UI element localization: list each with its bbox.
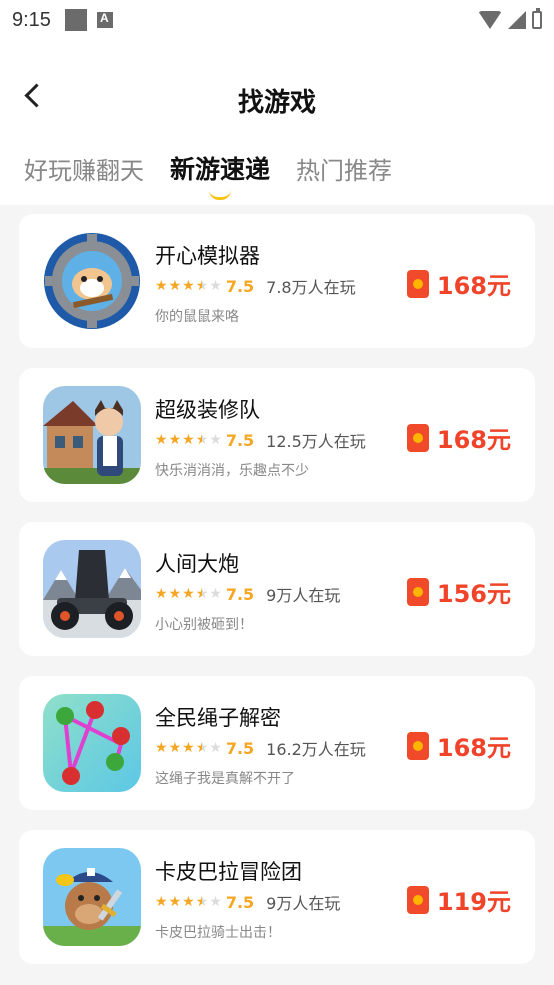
star-icon: ★ — [182, 586, 195, 602]
star-icon: ★ — [182, 740, 195, 756]
star-icon: ★ — [168, 278, 182, 294]
tab-label: 热门推荐 — [296, 157, 393, 185]
signal-icon — [508, 11, 526, 29]
star-icon: ★ — [155, 740, 168, 756]
player-count: 9万人在玩 — [266, 586, 341, 605]
score: 7.5 — [225, 584, 255, 604]
star-icon: ★ — [168, 432, 182, 448]
reward: 168元 — [406, 728, 511, 763]
rating-row: ★ ★ ★ ★ ★ 7.5 16.2万人在玩 — [155, 736, 366, 760]
red-packet-icon — [406, 423, 429, 452]
star-rating: ★ ★ ★ ★ ★ — [155, 433, 222, 447]
tab-fun-earn[interactable]: 好玩赚翻天 — [24, 151, 144, 186]
star-icon: ★ — [182, 278, 195, 294]
game-card[interactable]: 人间大炮 ★ ★ ★ ★ ★ 7.5 9万人在玩 小心别被砸到！ 156元 — [19, 522, 535, 656]
game-card[interactable]: 卡皮巴拉冒险团 ★ ★ ★ ★ ★ 7.5 9万人在玩 卡皮巴拉骑士出击！ 119元 — [19, 830, 535, 964]
tab-active-indicator — [209, 190, 231, 200]
star-rating: ★ ★ ★ ★ ★ — [155, 587, 222, 601]
reward: 168元 — [406, 420, 511, 455]
game-name: 卡皮巴拉冒险团 — [155, 860, 302, 884]
player-count: 9万人在玩 — [266, 894, 341, 913]
score: 7.5 — [225, 738, 255, 758]
star-icon: ★ — [155, 894, 168, 910]
rating-row: ★ ★ ★ ★ ★ 7.5 9万人在玩 — [155, 890, 340, 914]
game-card[interactable]: 全民绳子解密 ★ ★ ★ ★ ★ 7.5 16.2万人在玩 这绳子我是真解不开了 168… — [19, 676, 535, 810]
empty-star-icon: ★ — [209, 586, 222, 602]
wifi-icon — [478, 11, 502, 29]
reward-amount: 119元 — [436, 888, 511, 916]
reward: 156元 — [406, 574, 511, 609]
tab-label: 新游速递 — [170, 155, 271, 184]
empty-star-icon: ★ — [209, 894, 222, 910]
capybara-knight-icon — [43, 848, 141, 946]
game-description: 快乐消消消，乐趣点不少 — [155, 463, 309, 479]
battery-icon — [532, 8, 542, 29]
score: 7.5 — [225, 276, 255, 296]
red-packet-icon — [406, 885, 429, 914]
game-name: 全民绳子解密 — [155, 706, 281, 730]
tab-new-games[interactable]: 新游速递 — [170, 150, 271, 200]
notification-icon — [64, 9, 87, 31]
status-time: 9:15 — [12, 8, 51, 31]
game-card[interactable]: 开心模拟器 ★ ★ ★ ★ ★ 7.5 7.8万人在玩 你的鼠鼠来咯 168元 — [19, 214, 535, 348]
page-header: 找游戏 好玩赚翻天 新游速递 热门推荐 — [0, 40, 554, 205]
score: 7.5 — [225, 430, 255, 450]
rating-row: ★ ★ ★ ★ ★ 7.5 7.8万人在玩 — [155, 274, 356, 298]
hamster-gear-icon — [43, 232, 141, 330]
game-description: 小心别被砸到！ — [155, 617, 253, 633]
reward-amount: 168元 — [436, 426, 511, 454]
star-icon: ★ — [182, 432, 195, 448]
red-packet-icon — [406, 577, 429, 606]
game-name: 开心模拟器 — [155, 244, 260, 268]
reward-amount: 168元 — [436, 272, 511, 300]
half-star-icon: ★ — [195, 586, 209, 602]
half-star-icon: ★ — [195, 278, 209, 294]
game-description: 这绳子我是真解不开了 — [155, 771, 295, 787]
player-count: 12.5万人在玩 — [266, 432, 366, 451]
star-icon: ★ — [168, 894, 182, 910]
star-icon: ★ — [182, 894, 195, 910]
game-list: 开心模拟器 ★★★★★ 7.5 7.8万人在玩 你的鼠鼠来咯 168元 — [19, 214, 535, 984]
score: 7.5 — [225, 892, 255, 912]
red-packet-icon — [406, 731, 429, 760]
star-icon: ★ — [168, 586, 182, 602]
empty-star-icon: ★ — [209, 740, 222, 756]
page-title: 找游戏 — [237, 88, 316, 118]
star-icon: ★ — [168, 740, 182, 756]
player-count: 16.2万人在玩 — [266, 740, 366, 759]
star-icon: ★ — [155, 586, 168, 602]
rope-puzzle-icon — [43, 694, 141, 792]
half-star-icon: ★ — [195, 432, 209, 448]
status-icons — [478, 8, 542, 29]
reward-amount: 168元 — [436, 734, 511, 762]
game-card[interactable]: 超级装修队 ★ ★ ★ ★ ★ 7.5 12.5万人在玩 快乐消消消，乐趣点不少 168… — [19, 368, 535, 502]
empty-star-icon: ★ — [209, 432, 222, 448]
star-rating: ★ ★ ★ ★ ★ — [155, 895, 222, 909]
game-name: 人间大炮 — [155, 552, 239, 576]
half-star-icon: ★ — [195, 740, 209, 756]
star-icon: ★ — [155, 432, 168, 448]
player-count: 7.8万人在玩 — [266, 278, 356, 297]
status-bar: 9:15 — [0, 0, 554, 40]
empty-star-icon: ★ — [209, 278, 222, 294]
game-description: 你的鼠鼠来咯 — [155, 309, 239, 325]
star-icon: ★ — [155, 278, 168, 294]
rating-row: ★ ★ ★ ★ ★ 7.5 12.5万人在玩 — [155, 428, 366, 452]
tab-bar: 好玩赚翻天 新游速递 热门推荐 — [24, 150, 392, 200]
star-rating: ★ ★ ★ ★ ★ — [155, 279, 222, 293]
half-star-icon: ★ — [195, 894, 209, 910]
game-description: 卡皮巴拉骑士出击！ — [155, 925, 281, 941]
tab-hot-recommend[interactable]: 热门推荐 — [296, 151, 392, 186]
star-rating: ★ ★ ★ ★ ★ — [155, 741, 222, 755]
cannon-icon — [43, 540, 141, 638]
reward: 168元 — [406, 266, 511, 301]
reward-amount: 156元 — [436, 580, 511, 608]
game-name: 超级装修队 — [155, 398, 260, 422]
app-notification-icon — [96, 11, 113, 28]
cat-girl-house-icon — [43, 386, 141, 484]
reward: 119元 — [406, 882, 511, 917]
tab-label: 好玩赚翻天 — [24, 157, 144, 185]
rating-row: ★ ★ ★ ★ ★ 7.5 9万人在玩 — [155, 582, 340, 606]
red-packet-icon — [406, 269, 429, 298]
